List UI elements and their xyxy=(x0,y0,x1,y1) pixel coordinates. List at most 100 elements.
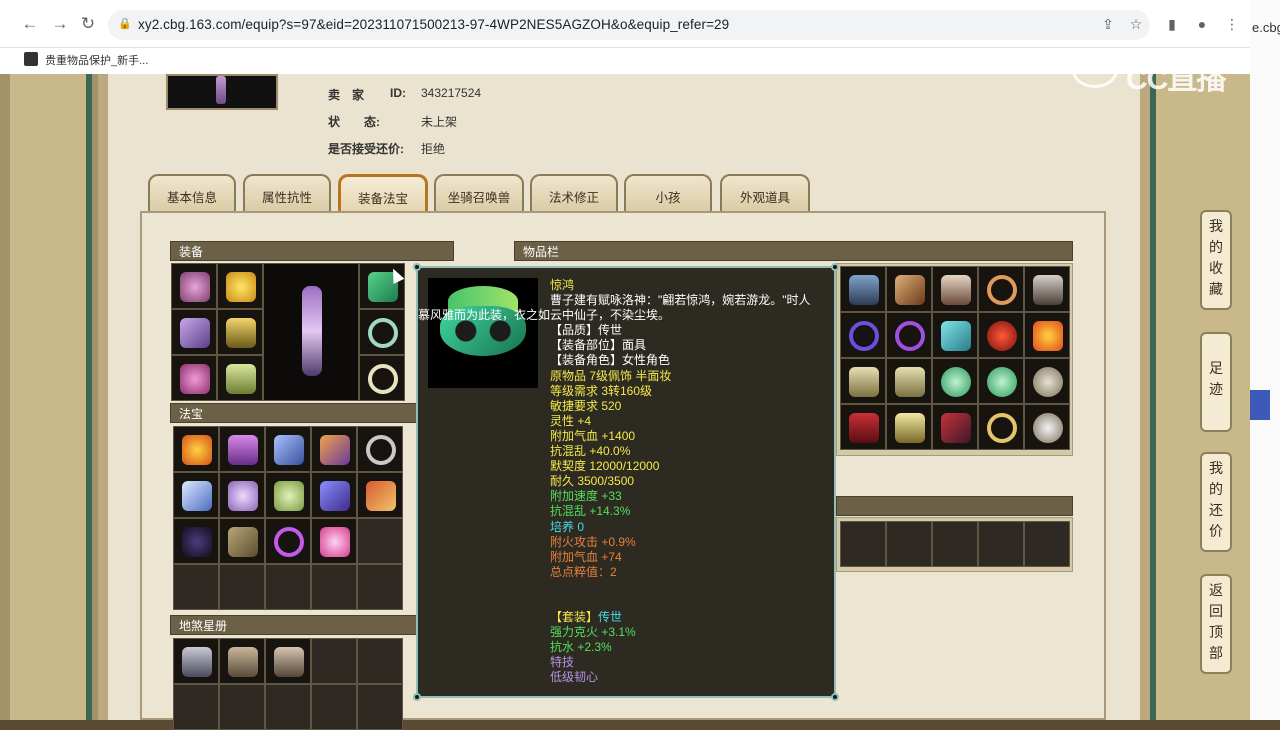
inventory-slot[interactable] xyxy=(886,404,932,450)
inventory-slot[interactable] xyxy=(932,358,978,404)
fabao-slot[interactable] xyxy=(173,472,219,518)
inventory-slot[interactable] xyxy=(840,404,886,450)
fabao-slot[interactable] xyxy=(265,518,311,564)
inventory-slot[interactable] xyxy=(978,404,1024,450)
inventory-slot[interactable] xyxy=(932,404,978,450)
fabao-header: 法宝 xyxy=(170,403,454,423)
fabao-slot[interactable] xyxy=(311,472,357,518)
fabao-slot[interactable] xyxy=(265,426,311,472)
inventory-slot[interactable] xyxy=(886,358,932,404)
tooltip-text: 惊鸿 曹子建有赋咏洛神："翩若惊鸿，婉若游龙。"时人 慕风雅而为此装，衣之如云中… xyxy=(418,278,830,685)
mask-item-image xyxy=(428,278,538,388)
fabao-slot[interactable] xyxy=(173,518,219,564)
disha-slot[interactable] xyxy=(173,638,219,684)
back-icon[interactable]: ← xyxy=(20,14,40,34)
empty-slot xyxy=(311,684,357,730)
tab-mounts[interactable]: 坐骑召唤兽 xyxy=(434,174,524,212)
inventory-slot[interactable] xyxy=(1024,312,1070,358)
item-speed: 附加速度 +33 xyxy=(550,489,622,504)
tab-children[interactable]: 小孩 xyxy=(624,174,712,212)
fabao-slot[interactable] xyxy=(357,426,403,472)
item-skill-label: 特技 xyxy=(550,655,575,670)
nav-my-offers[interactable]: 我的还价 xyxy=(1200,452,1232,552)
nav-back-to-top[interactable]: 返回顶部 xyxy=(1200,574,1232,674)
empty-slot xyxy=(173,684,219,730)
nav-favorites[interactable]: 我的收藏 xyxy=(1200,210,1232,310)
bookmark-icon xyxy=(24,52,38,66)
fabao-slot[interactable] xyxy=(311,426,357,472)
disha-slot[interactable] xyxy=(265,638,311,684)
inventory-slot[interactable] xyxy=(978,312,1024,358)
inventory-slot[interactable] xyxy=(840,266,886,312)
item-set: 【套装】传世 xyxy=(550,609,623,624)
fabao-slot[interactable] xyxy=(357,472,403,518)
equip-slot[interactable] xyxy=(359,355,405,401)
profile-icon[interactable]: ● xyxy=(1192,14,1212,34)
inventory-slot[interactable] xyxy=(886,266,932,312)
empty-slot xyxy=(357,564,403,610)
equip-slot[interactable] xyxy=(359,309,405,355)
equip-slot[interactable] xyxy=(171,263,217,309)
empty-slot xyxy=(357,684,403,730)
side-blue-block xyxy=(1250,390,1270,420)
inventory-slot[interactable] xyxy=(978,358,1024,404)
character-preview xyxy=(263,263,359,401)
item-original: 原物品 7级佩饰 半面妆 xyxy=(550,368,672,383)
inventory-slot[interactable] xyxy=(1024,266,1070,312)
url-text[interactable]: xy2.cbg.163.com/equip?s=97&eid=202311071… xyxy=(138,17,729,32)
seller-id-label: ID: xyxy=(390,86,406,100)
nav-footprints[interactable]: 足迹 xyxy=(1200,332,1232,432)
inventory-slot[interactable] xyxy=(886,312,932,358)
disha-slot[interactable] xyxy=(219,638,265,684)
inventory2-header xyxy=(836,496,1073,516)
url-field[interactable]: 🔒 xy2.cbg.163.com/equip?s=97&eid=2023110… xyxy=(108,10,1150,40)
inventory-slot[interactable] xyxy=(932,266,978,312)
star-icon[interactable]: ☆ xyxy=(1126,14,1146,34)
share-icon[interactable]: ⇪ xyxy=(1098,14,1118,34)
menu-icon[interactable]: ⋮ xyxy=(1222,14,1242,34)
bookmark-item[interactable]: 贵重物品保护_新手... xyxy=(45,52,148,68)
inventory-slot[interactable] xyxy=(840,358,886,404)
inventory-slot[interactable] xyxy=(978,266,1024,312)
item-desc-line2: 慕风雅而为此装，衣之如云中仙子，不染尘埃。 xyxy=(418,308,671,323)
sidepanel-icon[interactable]: ▮ xyxy=(1162,14,1182,34)
fabao-slot[interactable] xyxy=(219,518,265,564)
fabao-slot[interactable] xyxy=(265,472,311,518)
item-resist-chaos: 抗混乱 +40.0% xyxy=(550,444,631,459)
item-agi-req: 敏捷要求 520 xyxy=(550,398,622,413)
equip-slot[interactable] xyxy=(171,355,217,401)
fabao-slot[interactable] xyxy=(219,472,265,518)
inventory-slot[interactable] xyxy=(1024,358,1070,404)
tab-spells[interactable]: 法术修正 xyxy=(530,174,618,212)
item-slot: 【装备部位】面具 xyxy=(550,338,647,353)
item-name: 惊鸿 xyxy=(550,278,575,292)
reload-icon[interactable]: ↻ xyxy=(78,14,98,34)
fabao-slot[interactable] xyxy=(311,518,357,564)
inventory-slot[interactable] xyxy=(840,312,886,358)
inventory-slot[interactable] xyxy=(1024,404,1070,450)
item-quality: 【品质】传世 xyxy=(550,323,623,338)
tab-appearance[interactable]: 外观道具 xyxy=(720,174,810,212)
equip-slot[interactable] xyxy=(217,309,263,355)
equip-slot[interactable] xyxy=(217,263,263,309)
tab-basic-info[interactable]: 基本信息 xyxy=(148,174,236,212)
browser-chrome: ← → ↻ 🔒 xy2.cbg.163.com/equip?s=97&eid=2… xyxy=(0,0,1250,74)
item-hp: 附加气血 +1400 xyxy=(550,428,636,443)
tab-equipment[interactable]: 装备法宝 xyxy=(338,174,428,212)
item-tacit: 默契度 12000/12000 xyxy=(550,459,660,474)
fabao-slot[interactable] xyxy=(173,426,219,472)
tab-attributes[interactable]: 属性抗性 xyxy=(243,174,331,212)
empty-slot xyxy=(265,564,311,610)
item-durability: 耐久 3500/3500 xyxy=(550,474,635,489)
inventory-slot[interactable] xyxy=(932,312,978,358)
empty-slot xyxy=(311,564,357,610)
counter-offer-value: 拒绝 xyxy=(421,142,446,156)
status-value: 未上架 xyxy=(421,115,458,129)
item-resist-chaos2: 抗混乱 +14.3% xyxy=(550,504,631,519)
equip-slot[interactable] xyxy=(171,309,217,355)
tooltip-corner xyxy=(831,263,839,271)
equip-slot[interactable] xyxy=(217,355,263,401)
fabao-slot[interactable] xyxy=(219,426,265,472)
empty-slot xyxy=(311,638,357,684)
forward-icon[interactable]: → xyxy=(50,14,70,34)
